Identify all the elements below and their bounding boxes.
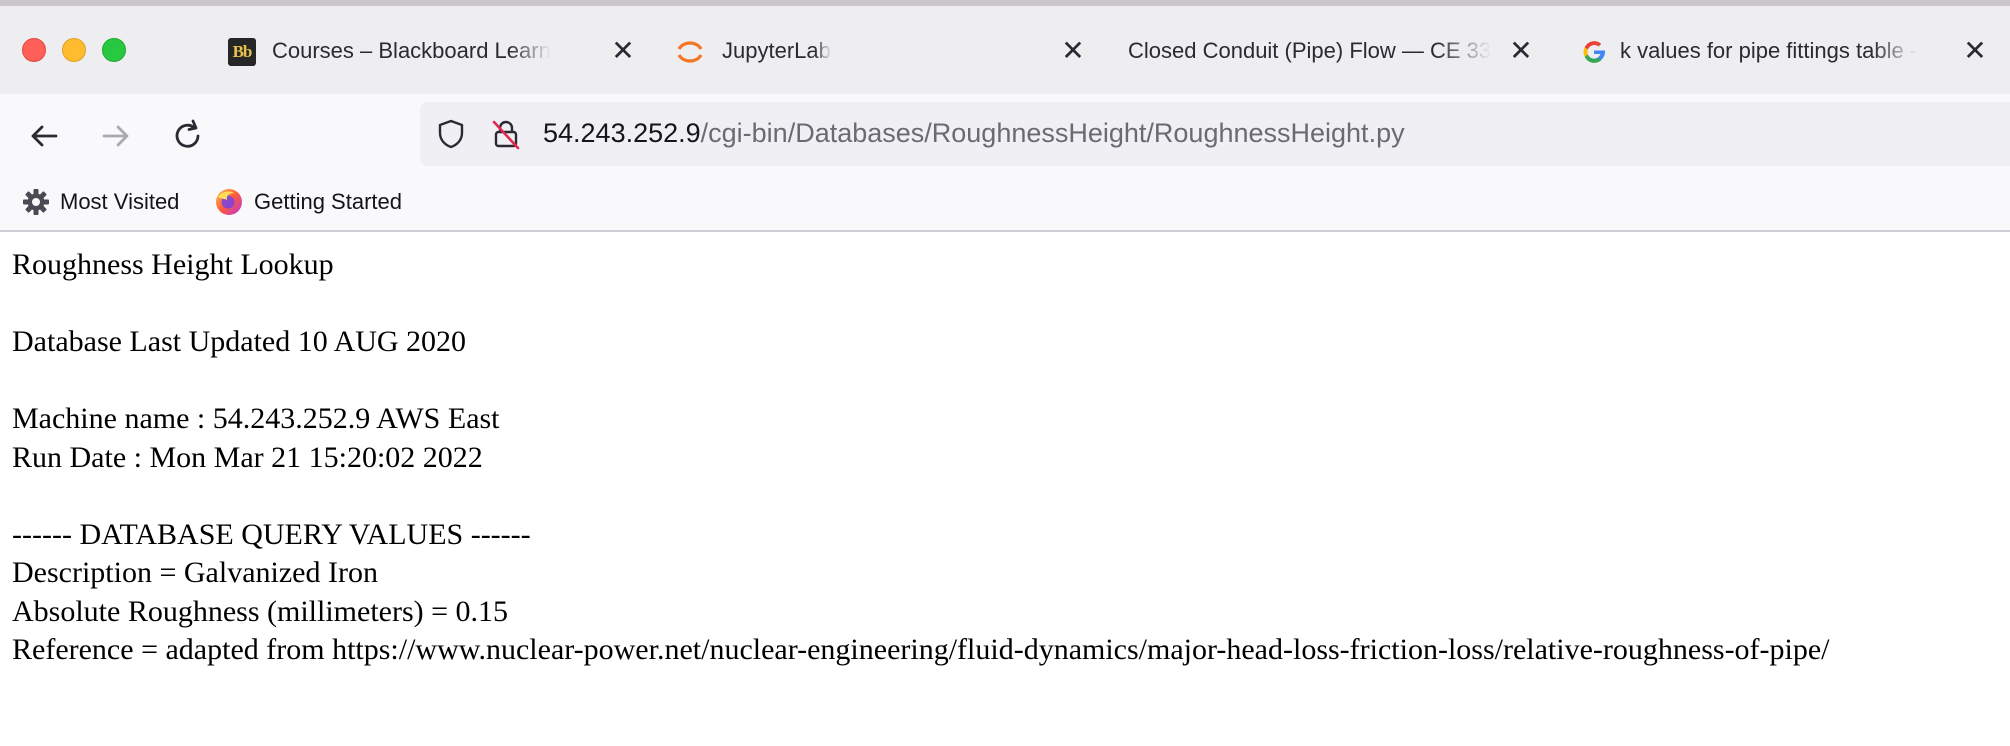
bookmark-label: Getting Started xyxy=(254,189,402,214)
last-updated-text: Database Last Updated 10 AUG 2020 xyxy=(12,325,467,358)
tab-label: JupyterLab xyxy=(722,38,831,63)
forward-arrow-icon[interactable] xyxy=(96,116,136,156)
window-top-edge xyxy=(0,0,2010,6)
description-text: Description = Galvanized Iron xyxy=(12,556,378,589)
close-icon[interactable]: ✕ xyxy=(608,36,638,66)
query-values-header: ------ DATABASE QUERY VALUES ------ xyxy=(12,517,531,551)
blackboard-icon: Bb xyxy=(228,38,256,66)
close-icon[interactable]: ✕ xyxy=(1960,36,1990,66)
fullscreen-window-button[interactable] xyxy=(102,38,126,62)
insecure-lock-icon[interactable] xyxy=(490,118,522,150)
tab-label: Closed Conduit (Pipe) Flow — CE 33 xyxy=(1128,38,1492,63)
reference-text: Reference = adapted from https://www.nuc… xyxy=(12,633,1830,666)
tab-label: k values for pipe fittings table - xyxy=(1620,38,1918,63)
url-path: /cgi-bin/Databases/RoughnessHeight/Rough… xyxy=(700,118,1405,148)
machine-name-text: Machine name : 54.243.252.9 AWS East xyxy=(12,402,500,435)
close-icon[interactable]: ✕ xyxy=(1506,36,1536,66)
close-icon[interactable]: ✕ xyxy=(1058,36,1088,66)
back-arrow-icon[interactable] xyxy=(24,116,64,156)
tab-label: Courses – Blackboard Learn xyxy=(272,38,551,63)
minimize-window-button[interactable] xyxy=(62,38,86,62)
bookmark-label: Most Visited xyxy=(60,189,180,214)
tab-closed-conduit[interactable]: Closed Conduit (Pipe) Flow — CE 33 ✕ xyxy=(1128,26,1536,76)
gear-icon xyxy=(23,189,49,215)
firefox-icon xyxy=(216,189,242,215)
google-icon xyxy=(1583,41,1605,63)
bookmark-getting-started[interactable]: Getting Started xyxy=(214,186,402,218)
absolute-roughness-text: Absolute Roughness (millimeters) = 0.15 xyxy=(12,594,509,628)
bookmarks-toolbar: Most Visited Getting Started xyxy=(0,174,2010,232)
bookmark-most-visited[interactable]: Most Visited xyxy=(22,186,179,218)
tab-google-search[interactable]: k values for pipe fittings table - ✕ xyxy=(1580,26,2010,76)
tab-strip: Bb Courses – Blackboard Learn ✕ JupyterL… xyxy=(0,0,2010,94)
jupyter-icon xyxy=(677,41,703,63)
url-host: 54.243.252.9 xyxy=(543,118,701,148)
run-date-text: Run Date : Mon Mar 21 15:20:02 2022 xyxy=(12,440,483,474)
shield-icon[interactable] xyxy=(435,118,467,150)
reload-icon[interactable] xyxy=(168,116,208,156)
page-body: Roughness Height Lookup Database Last Up… xyxy=(12,246,2002,670)
tab-jupyterlab[interactable]: JupyterLab ✕ xyxy=(676,26,1096,76)
tab-blackboard[interactable]: Bb Courses – Blackboard Learn ✕ xyxy=(228,26,648,76)
page-title: Roughness Height Lookup xyxy=(12,248,334,281)
url-text[interactable]: 54.243.252.9/cgi-bin/Databases/Roughness… xyxy=(543,118,1405,149)
close-window-button[interactable] xyxy=(22,38,46,62)
